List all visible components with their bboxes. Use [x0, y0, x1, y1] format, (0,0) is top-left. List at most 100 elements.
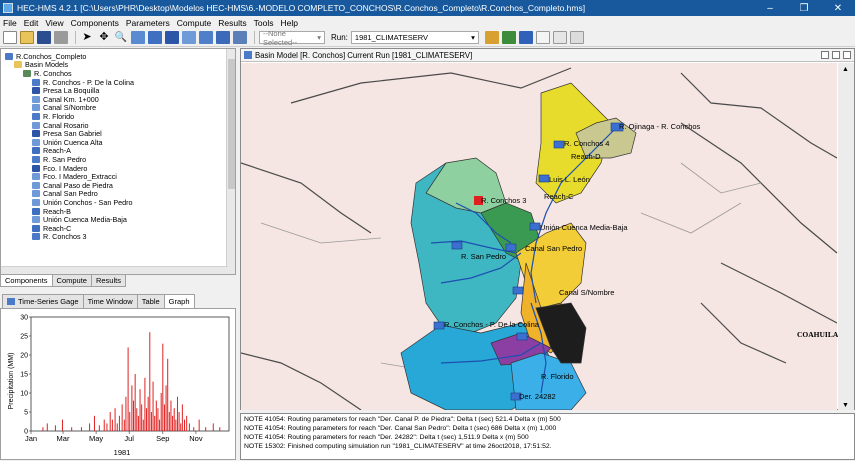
subbasin-icon[interactable] — [433, 321, 445, 330]
run-selector[interactable]: 1981_CLIMATESERV ▾ — [350, 31, 479, 44]
console-line: NOTE 41054: Routing parameters for reach… — [244, 434, 529, 441]
map-label-conchos-4: R. Conchos 4 — [564, 139, 609, 148]
tree-item[interactable]: R. Conchos 3 — [32, 232, 87, 241]
tree-item[interactable]: R.Conchos_Completo — [5, 52, 86, 61]
menu-edit[interactable]: Edit — [21, 18, 43, 28]
subbasin-icon[interactable] — [553, 140, 565, 149]
junction-icon — [32, 138, 40, 146]
menu-tools[interactable]: Tools — [251, 18, 278, 28]
junction-icon — [32, 121, 40, 129]
menu-parameters[interactable]: Parameters — [123, 18, 174, 28]
reach-tool-icon[interactable] — [148, 31, 162, 44]
subbasin-tool-icon[interactable] — [131, 31, 145, 44]
window-maximize-icon[interactable] — [832, 51, 840, 59]
tree-item[interactable]: Unión Conchos - San Pedro — [32, 198, 133, 207]
global-summary-icon[interactable] — [518, 31, 533, 44]
map-label-conchos-colina: R. Conchos - P. De la Colina — [444, 320, 540, 329]
reservoir-tool-icon[interactable] — [165, 31, 179, 44]
map-label-conchos-3: R. Conchos 3 — [481, 196, 526, 205]
print-icon[interactable] — [54, 31, 68, 44]
map-label-ojinaga: R. Ojinaga - R. Conchos — [619, 122, 701, 131]
basin-map[interactable]: R. Ojinaga - R. Conchos R. Conchos 4 Rea… — [241, 63, 854, 410]
junction-icon[interactable] — [538, 174, 550, 183]
tree-item[interactable]: R. San Pedro — [32, 155, 86, 164]
menu-view[interactable]: View — [42, 18, 67, 28]
menu-components[interactable]: Components — [68, 18, 123, 28]
tree-item[interactable]: R. Florido — [32, 112, 74, 121]
tree-item[interactable]: Canal San Pedro — [32, 189, 98, 198]
window-minimize-icon[interactable] — [821, 51, 829, 59]
tree-item[interactable]: Reach-A — [32, 146, 71, 155]
tab-components[interactable]: Components — [0, 275, 53, 287]
tab-graph[interactable]: Graph — [163, 294, 195, 308]
subbasin-icon[interactable] — [516, 332, 528, 341]
title-bar: HEC-HMS 4.2.1 [C:\Users\PHR\Desktop\Mode… — [0, 0, 855, 16]
compute-current-icon[interactable] — [484, 31, 499, 44]
precipitation-chart: 051015202530 Jan Mar May Jul Sep Nov Precipit… — [8, 315, 230, 457]
menu-compute[interactable]: Compute — [174, 18, 216, 28]
y-tick-label: 5 — [24, 410, 28, 417]
save-icon[interactable] — [37, 31, 51, 44]
tree-item[interactable]: R. Conchos - P. De la Colina — [32, 78, 134, 87]
menu-help[interactable]: Help — [277, 18, 301, 28]
tree-item[interactable]: Canal S/Nombre — [32, 103, 96, 112]
vertical-scrollbar[interactable] — [226, 49, 235, 274]
tree-item[interactable]: Canal Km. 1+000 — [32, 95, 99, 104]
app-icon — [3, 3, 13, 13]
menu-file[interactable]: File — [0, 18, 21, 28]
scroll-down-icon[interactable]: ▼ — [842, 402, 849, 409]
element-selector[interactable]: --None Selected-- ▾ — [259, 29, 325, 47]
tree-item[interactable]: Unión Cuenca Media-Baja — [32, 215, 127, 224]
subbasin-icon[interactable] — [451, 241, 463, 250]
tab-compute[interactable]: Compute — [51, 275, 92, 287]
reach-icon — [32, 224, 40, 232]
time-series-table-icon[interactable] — [569, 31, 584, 44]
tree-item[interactable]: Basin Models — [14, 60, 68, 69]
new-file-icon[interactable] — [3, 31, 17, 44]
tree-item[interactable]: R. Conchos — [23, 69, 72, 78]
zoom-tool-icon[interactable]: 🔍 — [114, 31, 128, 44]
y-tick-label: 30 — [20, 315, 28, 322]
graph-icon[interactable] — [535, 31, 550, 44]
map-label-reach-c: Reach-C — [544, 192, 574, 201]
tab-time-series-gage-label: Time-Series Gage — [18, 297, 79, 306]
junction-icon[interactable] — [529, 222, 541, 231]
menu-results[interactable]: Results — [215, 18, 250, 28]
open-folder-icon[interactable] — [20, 31, 34, 44]
tree-item[interactable]: Fco. I Madero_Extracci — [32, 172, 117, 181]
tree-item[interactable]: Presa San Gabriel — [32, 129, 102, 138]
summary-table-icon[interactable] — [552, 31, 567, 44]
compute-all-icon[interactable] — [501, 31, 516, 44]
restore-icon[interactable]: ❐ — [787, 0, 821, 16]
tab-time-series-gage[interactable]: Time-Series Gage — [2, 294, 84, 308]
tree-item[interactable]: Unión Cuenca Alta — [32, 138, 103, 147]
close-icon[interactable]: ✕ — [821, 0, 855, 16]
tab-table[interactable]: Table — [136, 294, 165, 308]
window-close-icon[interactable] — [843, 51, 851, 59]
horizontal-scrollbar[interactable] — [1, 266, 228, 274]
tab-time-window[interactable]: Time Window — [82, 294, 138, 308]
tree-item[interactable]: Presa La Boquilla — [32, 86, 99, 95]
junction-icon — [32, 95, 40, 103]
tab-results[interactable]: Results — [90, 275, 126, 287]
pan-tool-icon[interactable]: ✥ — [97, 31, 111, 44]
tree-item[interactable]: Canal Rosario — [32, 121, 89, 130]
junction-icon[interactable] — [512, 286, 524, 295]
map-window-icon — [244, 51, 252, 59]
source-tool-icon[interactable] — [216, 31, 230, 44]
junction-tool-icon[interactable] — [182, 31, 196, 44]
x-tick-label: Nov — [189, 434, 203, 443]
map-label-der-24282: Der. 24282 — [519, 392, 556, 401]
tree-item[interactable]: Fco. I Madero — [32, 164, 87, 173]
tree-item[interactable]: Reach-C — [32, 224, 71, 233]
reach-icon — [32, 147, 40, 155]
reservoir-icon[interactable] — [505, 243, 517, 252]
minimize-icon[interactable]: – — [753, 0, 787, 16]
diversion-tool-icon[interactable] — [199, 31, 213, 44]
console-line: NOTE 15302: Finished computing simulatio… — [244, 443, 552, 450]
scroll-up-icon[interactable]: ▲ — [842, 66, 849, 73]
tree-item[interactable]: Canal Paso de Piedra — [32, 181, 113, 190]
tree-item[interactable]: Reach-B — [32, 207, 71, 216]
arrow-tool-icon[interactable]: ➤ — [80, 31, 94, 44]
sink-tool-icon[interactable] — [233, 31, 247, 44]
